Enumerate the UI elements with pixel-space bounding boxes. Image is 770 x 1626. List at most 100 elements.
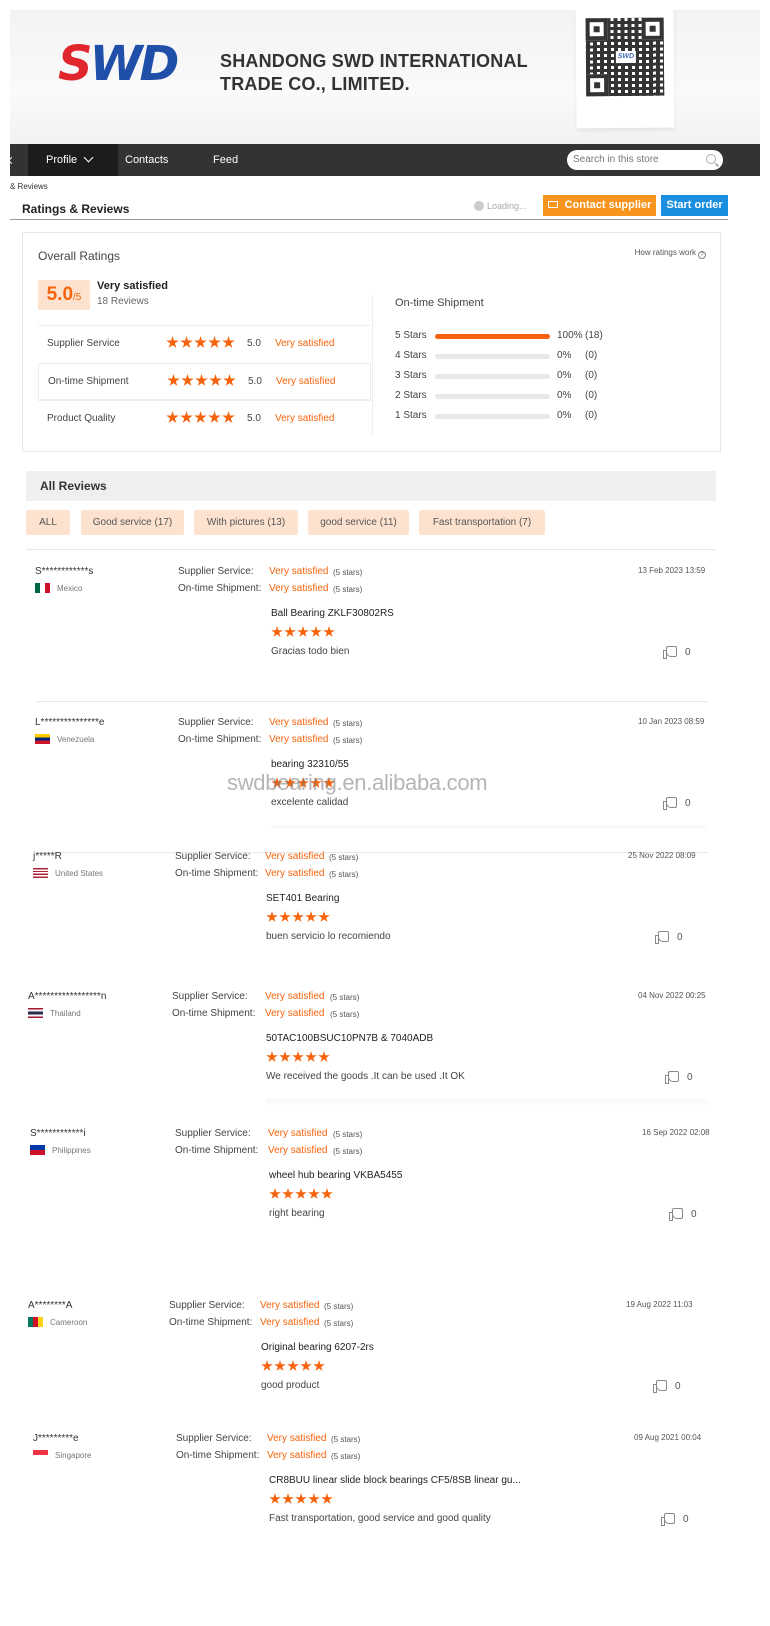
product-link[interactable]: bearing 32310/55 [271,759,349,770]
qr-logo: SWD [615,50,636,64]
criterion-score: 5.0 [247,413,261,424]
search-icon[interactable] [706,154,716,164]
like-button[interactable]: 0 [665,1071,693,1084]
store-nav: Profile Contacts Feed Search in this sto… [7,144,760,176]
title-divider [10,219,728,220]
watermark: swdbearing.en.alibaba.com [227,770,488,795]
criterion-stars [166,411,236,427]
bar-count: (0) [585,350,598,361]
star-icon [166,336,179,348]
star-icon [295,1188,307,1199]
criterion-label: Very satisfied [275,338,335,349]
criterion-score: 5.0 [247,338,261,349]
bar-percent: 0% [557,410,572,421]
criterion-label: Very satisfied [276,376,336,387]
contact-supplier-button[interactable]: Contact supplier [543,195,656,216]
rating-criterion-row: On-time Shipment 5.0 Very satisfied [38,363,371,400]
nav-item-feed[interactable]: Feed [213,144,253,176]
review-date: 19 Aug 2022 11:03 [626,1300,693,1309]
shipment-label: On-time Shipment: [178,583,262,594]
rating-criterion-row: Product Quality 5.0 Very satisfied [38,400,371,437]
star-icon [292,1051,304,1062]
shipment-value: Very satisfied [265,868,325,879]
review-stars [269,1493,334,1508]
nav-item-profile[interactable]: Profile [28,144,118,176]
thumbs-up-icon [665,1071,679,1084]
product-link[interactable]: 50TAC100BSUC10PN7B & 7040ADB [266,1033,433,1044]
product-link[interactable]: Ball Bearing ZKLF30802RS [271,608,394,619]
star-icon [321,1493,333,1504]
like-button[interactable]: 0 [661,1513,689,1526]
review-divider [36,701,708,702]
shipment-value: Very satisfied [265,1008,325,1019]
bar-label: 3 Stars [395,370,427,381]
reviewer-name: S************s [35,566,94,577]
bar-percent: 0% [557,350,572,361]
star-icon [194,336,207,348]
bar-percent: 100% [557,330,583,341]
reviewer-country: Venezuela [35,734,94,744]
supplier-service-stars: (5 stars) [324,1302,354,1311]
star-icon [295,1493,307,1504]
like-button[interactable]: 0 [653,1380,681,1393]
star-icon [167,374,180,386]
bar-track [435,354,550,359]
mail-icon [547,201,558,208]
filter-fast-transportation[interactable]: Fast transportation (7) [419,510,545,535]
product-link[interactable]: Original bearing 6207-2rs [261,1342,374,1353]
review-stars [266,1051,331,1066]
star-icon [279,911,291,922]
star-icon [266,911,278,922]
product-link[interactable]: CR8BUU linear slide block bearings CF5/8… [269,1475,521,1486]
like-button[interactable]: 0 [655,931,683,944]
bar-label: 4 Stars [395,350,427,361]
review-divider [36,852,708,853]
review-text: excelente calidad [271,797,349,808]
star-icon [300,1360,312,1371]
bar-percent: 0% [557,370,572,381]
breadcrumb[interactable]: & Reviews [10,182,48,191]
star-icon [279,1051,291,1062]
nav-item-contacts[interactable]: Contacts [125,144,185,176]
like-button[interactable]: 0 [669,1208,697,1221]
shipment-stars: (5 stars) [324,1319,354,1328]
star-icon [318,911,330,922]
filter-all[interactable]: ALL [26,510,70,535]
star-icon [297,626,309,637]
search-input[interactable]: Search in this store [567,150,723,170]
supplier-service-label: Supplier Service: [176,1433,252,1444]
nav-back-chevron[interactable] [7,144,24,176]
overall-score: 5.0/5 [38,280,90,310]
product-link[interactable]: wheel hub bearing VKBA5455 [269,1170,402,1181]
like-button[interactable]: 0 [663,797,691,810]
thumbs-up-icon [669,1208,683,1221]
filter-with-pictures[interactable]: With pictures (13) [194,510,298,535]
star-icon [261,1360,273,1371]
filter-good-service[interactable]: Good service (17) [81,510,184,535]
start-order-button[interactable]: Start order [661,195,728,216]
reviewer-name: L***************e [35,717,105,728]
star-icon [269,1493,281,1504]
supplier-service-stars: (5 stars) [333,719,363,728]
star-icon [305,911,317,922]
rating-criterion-row: Supplier Service 5.0 Very satisfied [38,325,371,362]
store-banner: SWD SHANDONG SWD INTERNATIONAL TRADE CO.… [10,10,760,148]
filter-good-service-lower[interactable]: good service (11) [308,510,409,535]
shipment-label: On-time Shipment: [176,1450,260,1461]
review-date: 10 Jan 2023 08:59 [638,717,705,726]
bar-count: (18) [585,330,603,341]
bar-count: (0) [585,390,598,401]
product-link[interactable]: SET401 Bearing [266,893,339,904]
supplier-service-value: Very satisfied [269,566,329,577]
how-ratings-work-link[interactable]: How ratings work? [635,248,706,259]
bar-track [435,394,550,399]
criterion-name: Product Quality [47,413,116,424]
star-icon [292,911,304,922]
review-text: We received the goods .It can be used .I… [266,1071,465,1082]
like-button[interactable]: 0 [663,646,691,659]
company-name: SHANDONG SWD INTERNATIONAL TRADE CO., LI… [220,50,528,96]
supplier-service-value: Very satisfied [269,717,329,728]
review-date: 16 Sep 2022 02:08 [642,1128,710,1137]
criterion-name: On-time Shipment [48,376,129,387]
shipment-value: Very satisfied [260,1317,320,1328]
